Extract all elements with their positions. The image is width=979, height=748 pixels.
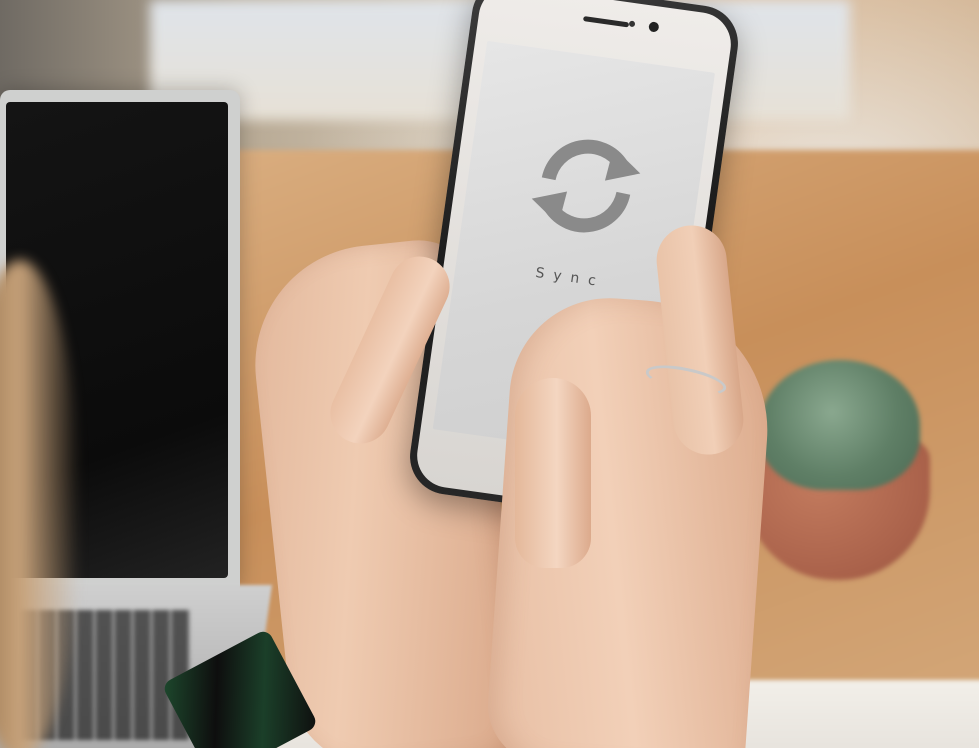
photo-scene: Sync N	[0, 0, 979, 748]
right-thumb	[515, 378, 591, 568]
sync-label: Sync	[534, 264, 606, 291]
sync-icon[interactable]	[518, 118, 654, 254]
proximity-sensor	[628, 20, 636, 28]
front-camera	[648, 21, 660, 33]
cactus	[760, 360, 920, 490]
phone-speaker	[582, 16, 630, 28]
